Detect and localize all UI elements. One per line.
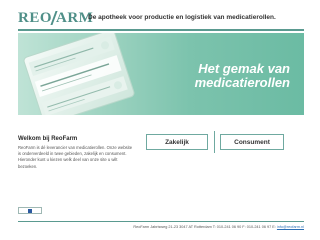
welcome-text: ReoFarm is dé leverancier van medicatier… [18,145,133,169]
tagline: De apotheek voor productie en logistiek … [88,14,276,21]
hero-banner: Het gemak van medicatierollen [18,33,304,115]
medication-roll-image [23,33,135,115]
footer-contact: ReoFarm Jabrisweg 21-23 3047 AT Rotterda… [18,225,304,229]
logo-text-left: REO [18,10,53,26]
banner-heading-line2: medicatierollen [194,75,290,90]
header-divider [18,29,304,31]
banner-heading: Het gemak van medicatierollen [195,62,290,90]
page: REO ARM De apotheek voor productie en lo… [0,0,320,240]
welcome-title: Welkom bij ReoFarm [18,136,78,142]
banner-heading-line1: Het gemak van [198,61,290,76]
consument-button[interactable]: Consument [220,134,284,150]
flag-icon-square [28,208,32,213]
welcome-section: Welkom bij ReoFarm ReoFarm is dé leveran… [18,136,136,170]
reofarm-logo[interactable]: REO ARM [18,10,93,26]
zakelijk-button[interactable]: Zakelijk [146,134,208,150]
footer-divider [18,221,304,222]
footer-email-link[interactable]: info@reofarm.nl [277,225,304,229]
language-flag-icon[interactable] [18,207,42,214]
footer-address: ReoFarm Jabrisweg 21-23 3047 AT Rotterda… [133,225,277,229]
button-divider [214,131,215,153]
